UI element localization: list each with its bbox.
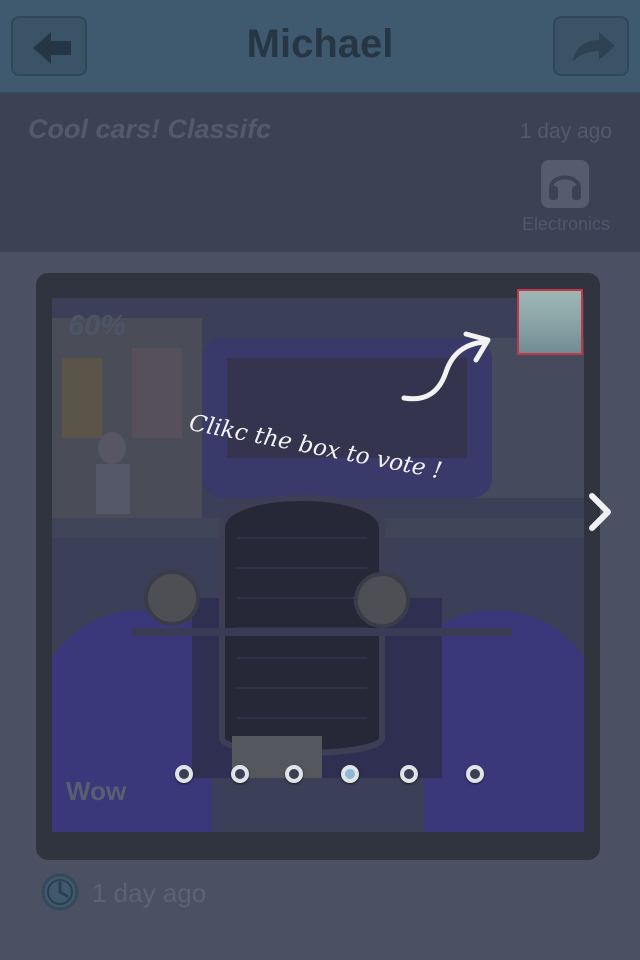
share-arrow-icon <box>573 32 615 62</box>
footer-time: 1 day ago <box>92 878 207 908</box>
category-button[interactable] <box>541 160 589 208</box>
clock-icon <box>41 873 79 911</box>
page-title: Michael <box>246 22 394 66</box>
post-title: Cool cars! Classifc <box>28 114 272 144</box>
next-chevron-icon[interactable] <box>586 492 614 532</box>
page-dot[interactable] <box>285 765 303 783</box>
vote-percent: 60% <box>68 310 127 342</box>
photo-caption: Wow <box>66 776 127 806</box>
curved-arrow-icon <box>401 331 491 402</box>
car-photo-image <box>52 298 584 832</box>
category-label: Electronics <box>521 214 611 234</box>
page-dot[interactable] <box>400 765 418 783</box>
headphones-icon <box>549 175 581 200</box>
post-time: 1 day ago <box>519 120 612 143</box>
navbar: Michael <box>0 0 640 94</box>
page-dot[interactable] <box>231 765 249 783</box>
page-dot-active[interactable] <box>341 765 359 783</box>
post-header: Cool cars! Classifc 1 day ago Electronic… <box>0 94 640 252</box>
vote-box[interactable] <box>517 289 583 355</box>
page-dot[interactable] <box>175 765 193 783</box>
share-button[interactable] <box>553 16 629 76</box>
car-photo[interactable] <box>52 298 584 832</box>
page-dot[interactable] <box>466 765 484 783</box>
